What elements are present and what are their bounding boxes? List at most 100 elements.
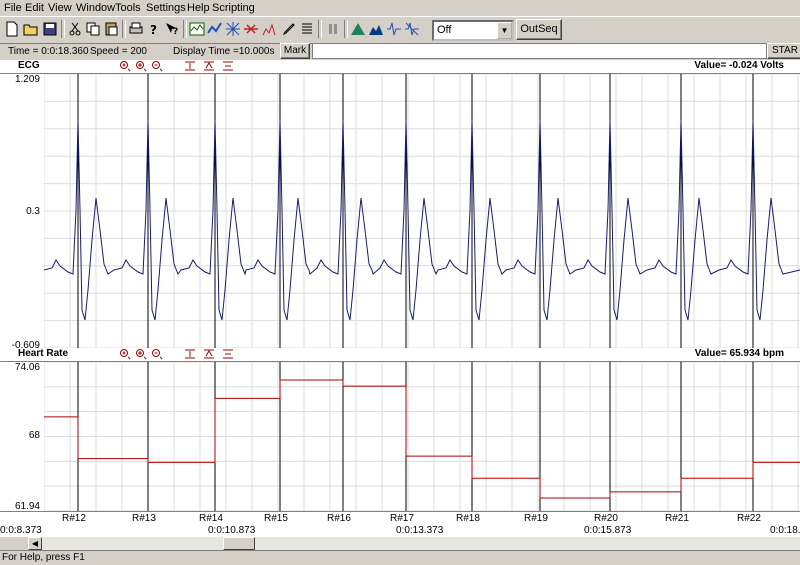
menu-settings[interactable]: Settings xyxy=(146,2,186,14)
r-peak-label-bar: R#12 R#13 R#14 R#15 R#16 R#17 R#18 R#19 R#20 R#21… xyxy=(0,511,800,526)
ecg-trace xyxy=(43,119,800,321)
r-peak-label: R#14 xyxy=(197,513,225,524)
toolbar-separator xyxy=(344,20,348,38)
time-axis: 0:0:8.373 0:0:10.873 0:0:13.373 0:0:15.8… xyxy=(0,525,800,537)
ecg-panel-header: ECG Value= -0.024 Volts xyxy=(0,60,800,74)
pause-icon[interactable] xyxy=(324,20,342,38)
zoom-out-icon[interactable] xyxy=(151,348,163,360)
time-readout: Time = 0:0:18.360 xyxy=(8,46,89,57)
mode-dropdown[interactable]: Off ▼ xyxy=(432,20,514,41)
marker-icon[interactable] xyxy=(260,20,278,38)
svg-text:?: ? xyxy=(150,23,157,37)
r-peak-label: R#20 xyxy=(592,513,620,524)
peak-detect-icon[interactable] xyxy=(349,20,367,38)
analysis-icon[interactable] xyxy=(206,20,224,38)
menu-file[interactable]: File xyxy=(4,2,22,14)
copy-icon[interactable] xyxy=(84,20,102,38)
hr-value: Value= 65.934 bpm xyxy=(694,348,784,359)
toolbar-separator xyxy=(122,20,126,38)
toolbar-separator xyxy=(61,20,65,38)
cursor-icon[interactable] xyxy=(242,20,260,38)
heart-rate-chart xyxy=(43,361,800,512)
hr-y-max: 74.06 xyxy=(14,362,40,373)
hr-title: Heart Rate xyxy=(18,348,69,359)
time-label: 0:0:13.373 xyxy=(396,525,444,536)
chevron-down-icon[interactable]: ▼ xyxy=(497,22,512,39)
zoom-in-icon[interactable] xyxy=(119,60,131,72)
pencil-icon[interactable] xyxy=(280,20,298,38)
time-label: 0:0:15.873 xyxy=(584,525,632,536)
toolbar-separator xyxy=(183,20,187,38)
r-peak-label: R#19 xyxy=(522,513,550,524)
time-label: 0:0:8.373 xyxy=(0,525,42,536)
ecg-value: Value= -0.024 Volts xyxy=(694,60,784,71)
waveform-icon[interactable] xyxy=(385,20,403,38)
set-scale-icon[interactable] xyxy=(222,348,234,360)
help-icon[interactable]: ? xyxy=(145,20,163,38)
hr-plot[interactable] xyxy=(43,361,800,512)
menu-window[interactable]: Window xyxy=(76,2,115,14)
hr-y-axis: 74.06 68 61.94 xyxy=(0,362,44,512)
scroll-thumb[interactable] xyxy=(223,537,255,550)
r-peak-label: R#22 xyxy=(735,513,763,524)
ecg-y-mid: 0.3 xyxy=(26,206,40,217)
r-peak-label: R#18 xyxy=(454,513,482,524)
ecg-title: ECG xyxy=(18,60,40,71)
mark-button[interactable]: Mark xyxy=(280,43,310,59)
compare-icon[interactable] xyxy=(403,20,421,38)
time-label: 0:0:10.873 xyxy=(208,525,256,536)
toolbar-separator xyxy=(318,20,322,38)
ecg-plot[interactable] xyxy=(43,73,800,349)
hr-y-mid: 68 xyxy=(28,430,40,441)
grid-icon[interactable] xyxy=(224,20,242,38)
save-icon[interactable] xyxy=(41,20,59,38)
r-peak-label: R#12 xyxy=(60,513,88,524)
r-peak-label: R#16 xyxy=(325,513,353,524)
zoom-in-icon[interactable] xyxy=(119,348,131,360)
time-label: 0:0:18. xyxy=(770,525,800,536)
ecg-y-axis: 1.209 0.3 -0.609 xyxy=(0,74,44,351)
menu-tools[interactable]: Tools xyxy=(115,2,141,14)
paste-icon[interactable] xyxy=(102,20,120,38)
menu-help[interactable]: Help xyxy=(187,2,210,14)
context-help-icon[interactable]: ? xyxy=(163,20,181,38)
list-icon[interactable] xyxy=(298,20,316,38)
outseq-button[interactable]: OutSeq xyxy=(516,19,562,40)
speed-readout: Speed = 200 xyxy=(90,46,147,57)
auto-scale-icon[interactable] xyxy=(203,348,215,360)
cut-icon[interactable] xyxy=(66,20,84,38)
r-peak-label: R#21 xyxy=(663,513,691,524)
r-peak-label: R#15 xyxy=(262,513,290,524)
scroll-left-icon[interactable]: ◀ xyxy=(28,537,42,550)
toolbar: ? ? Off ▼ OutSeq xyxy=(0,16,800,44)
mode-dropdown-value: Off xyxy=(437,24,452,36)
area-icon[interactable] xyxy=(367,20,385,38)
horizontal-scrollbar[interactable]: ◀ xyxy=(28,537,800,550)
menu-scripting[interactable]: Scripting xyxy=(212,2,255,14)
set-scale-icon[interactable] xyxy=(222,60,234,72)
menu-edit[interactable]: Edit xyxy=(25,2,44,14)
zoom-out-icon[interactable] xyxy=(151,60,163,72)
zoom-in-plus-icon[interactable] xyxy=(135,60,147,72)
zoom-in-plus-icon[interactable] xyxy=(135,348,147,360)
heart-rate-step-line xyxy=(44,379,800,499)
status-bar: For Help, press F1 xyxy=(0,550,800,565)
chart-view-icon[interactable] xyxy=(188,20,206,38)
auto-scale-icon[interactable] xyxy=(203,60,215,72)
full-scale-icon[interactable] xyxy=(184,60,196,72)
display-time-readout: Display Time =10.000s xyxy=(173,46,275,57)
start-button[interactable]: STAR xyxy=(767,43,800,59)
open-folder-icon[interactable] xyxy=(22,20,40,38)
menu-bar: File Edit View Window Tools Settings Hel… xyxy=(0,0,800,16)
print-icon[interactable] xyxy=(127,20,145,38)
ecg-waveform-chart xyxy=(43,73,800,349)
status-text: For Help, press F1 xyxy=(2,552,85,563)
menu-view[interactable]: View xyxy=(48,2,72,14)
r-peak-label: R#13 xyxy=(130,513,158,524)
full-scale-icon[interactable] xyxy=(184,348,196,360)
hr-panel-header: Heart Rate Value= 65.934 bpm xyxy=(0,348,800,362)
r-peak-label: R#17 xyxy=(388,513,416,524)
svg-text:?: ? xyxy=(173,27,178,37)
mark-text-field[interactable] xyxy=(312,43,767,59)
new-file-icon[interactable] xyxy=(3,20,21,38)
